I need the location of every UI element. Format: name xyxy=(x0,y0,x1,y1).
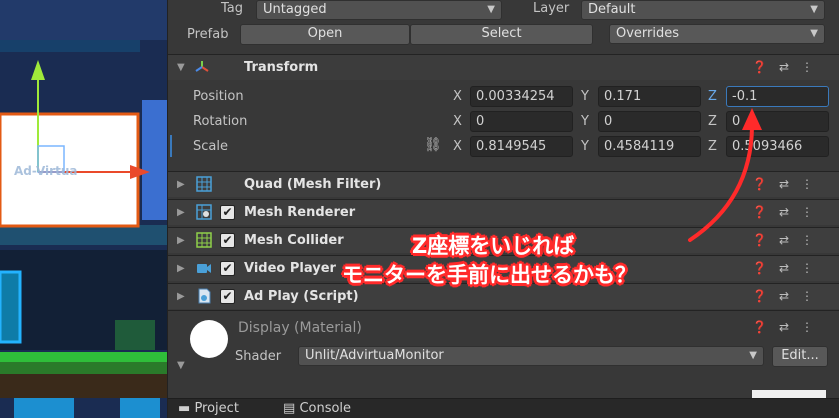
annotation-line2: モニターを手前に出せるかも？ xyxy=(342,263,636,287)
annotation-arrow xyxy=(688,108,762,242)
annotation-line1: Z座標をいじれば xyxy=(412,234,575,258)
